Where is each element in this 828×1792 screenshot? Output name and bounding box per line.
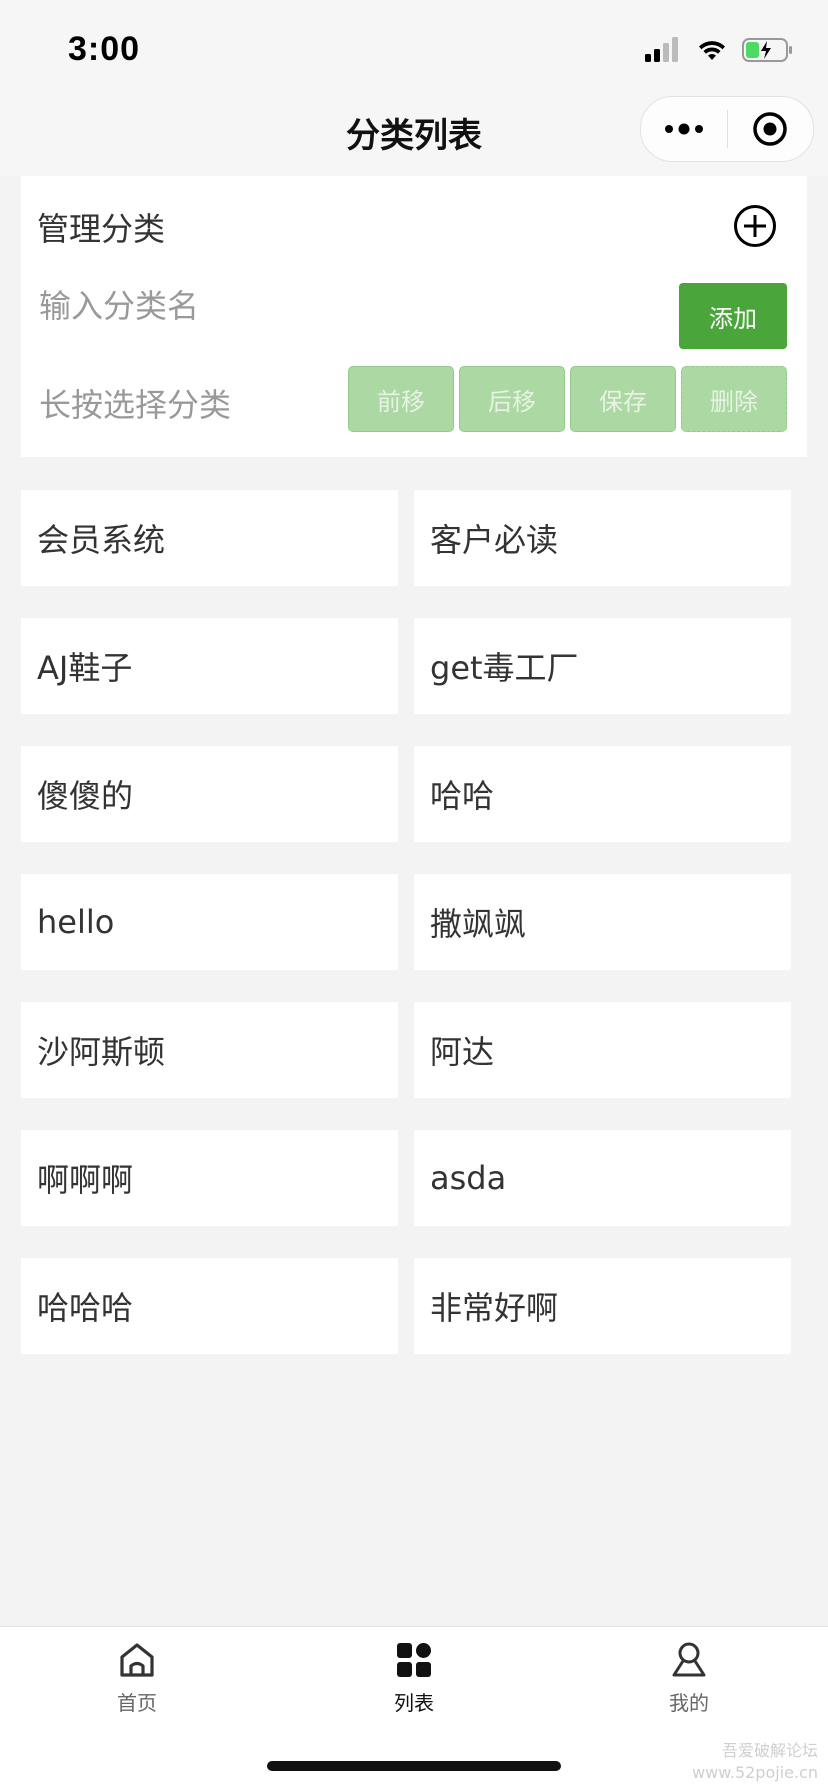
status-icons [644, 34, 794, 66]
tab-list[interactable]: 列表 [354, 1641, 474, 1716]
category-item[interactable]: 会员系统 [21, 490, 398, 586]
status-time: 3:00 [68, 30, 141, 68]
more-icon [664, 123, 703, 135]
more-button[interactable] [641, 97, 727, 161]
status-bar: 3:00 [0, 0, 828, 96]
home-icon [120, 1643, 154, 1677]
tab-home[interactable]: 首页 [77, 1641, 197, 1716]
tab-home-label: 首页 [117, 1691, 157, 1715]
category-item[interactable]: 哈哈 [414, 746, 791, 842]
home-indicator [267, 1761, 561, 1771]
category-item[interactable]: get毒工厂 [414, 618, 791, 714]
battery-icon [742, 38, 792, 62]
tab-list-label: 列表 [394, 1691, 434, 1715]
add-button[interactable]: 添加 [679, 283, 787, 349]
category-item[interactable]: 客户必读 [414, 490, 791, 586]
tab-mine[interactable]: 我的 [629, 1641, 749, 1716]
category-item[interactable]: 撒飒飒 [414, 874, 791, 970]
nav-bar: 分类列表 [0, 96, 828, 176]
delete-button[interactable]: 删除 [681, 366, 787, 432]
manage-panel: 管理分类 添加 长按选择分类 前移 后移 保存 删除 [21, 176, 807, 457]
category-item[interactable]: 沙阿斯顿 [21, 1002, 398, 1098]
category-item[interactable]: 傻傻的 [21, 746, 398, 842]
watermark-line1: 吾爱破解论坛 [721, 1741, 818, 1760]
manage-title: 管理分类 [37, 210, 166, 248]
category-item[interactable]: 哈哈哈 [21, 1258, 398, 1354]
category-name-input[interactable] [39, 276, 579, 336]
add-category-icon[interactable] [733, 204, 777, 248]
category-item[interactable]: 非常好啊 [414, 1258, 791, 1354]
select-hint: 长按选择分类 [39, 386, 232, 424]
user-icon [672, 1642, 706, 1677]
category-item[interactable]: hello [21, 874, 398, 970]
signal-icon [645, 37, 678, 62]
screen: 3:00 分类列表 管理分类 输入分类名 添加 长按选择分类 前移 后移 保存 … [0, 0, 828, 1792]
save-button[interactable]: 保存 [570, 366, 676, 432]
category-item[interactable]: 阿达 [414, 1002, 791, 1098]
grid-icon [397, 1643, 431, 1677]
watermark-line2: www.52pojie.cn [692, 1763, 818, 1782]
category-item[interactable]: asda [414, 1130, 791, 1226]
operation-buttons: 前移 后移 保存 删除 [348, 366, 787, 432]
target-icon [753, 112, 787, 146]
move-forward-button[interactable]: 前移 [348, 366, 454, 432]
close-mini-program-button[interactable] [728, 97, 814, 161]
watermark: 吾爱破解论坛 www.52pojie.cn [692, 1740, 818, 1784]
category-item[interactable]: AJ鞋子 [21, 618, 398, 714]
category-grid: 会员系统 客户必读 AJ鞋子 get毒工厂 傻傻的 哈哈 hello 撒飒飒 沙… [21, 490, 792, 1354]
tab-mine-label: 我的 [669, 1691, 709, 1715]
wifi-icon [699, 41, 725, 60]
category-item[interactable]: 啊啊啊 [21, 1130, 398, 1226]
mini-program-capsule [640, 96, 814, 162]
move-backward-button[interactable]: 后移 [459, 366, 565, 432]
